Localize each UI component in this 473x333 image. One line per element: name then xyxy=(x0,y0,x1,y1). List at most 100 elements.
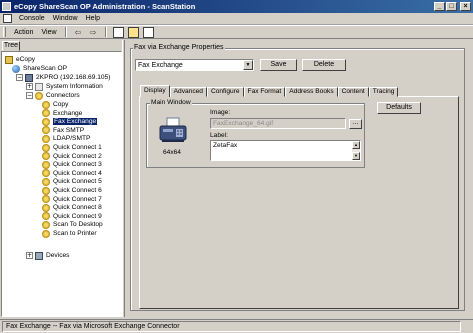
menu-console[interactable]: Console xyxy=(15,15,49,22)
defaults-button[interactable]: Defaults xyxy=(377,102,421,114)
tree-item-devices[interactable]: + Devices xyxy=(26,251,69,260)
tree-item-label: Scan to Printer xyxy=(53,230,97,237)
status-bar: Fax Exchange -- Fax via Microsoft Exchan… xyxy=(0,319,473,333)
toolbar-separator xyxy=(64,27,67,37)
action-menu[interactable]: Action xyxy=(10,29,37,36)
tree-item-label: System Information xyxy=(46,83,103,90)
tree-item-label: Quick Connect 7 xyxy=(53,195,102,203)
toolbar-separator xyxy=(104,27,107,37)
tree-view[interactable]: eCopy ShareScan OP − 2KPRO (192.168.69.1… xyxy=(1,51,122,317)
devices-icon xyxy=(35,251,43,260)
connector-icon xyxy=(42,203,50,212)
connector-icon xyxy=(42,143,50,152)
save-button[interactable]: Save xyxy=(260,59,297,71)
window-title: eCopy ShareScan OP Administration - Scan… xyxy=(14,2,196,11)
export-list-icon[interactable] xyxy=(142,26,154,38)
console-icon[interactable] xyxy=(3,14,12,23)
tree-item-label: Quick Connect 2 xyxy=(53,152,102,160)
app-icon xyxy=(2,2,11,11)
connector-icon xyxy=(42,195,50,204)
icon-size-label: 64x64 xyxy=(163,149,181,156)
tree-item-label: Quick Connect 8 xyxy=(53,204,102,212)
connector-profile-select[interactable]: Fax Exchange ▼ xyxy=(135,59,254,71)
status-text: Fax Exchange -- Fax via Microsoft Exchan… xyxy=(2,321,461,332)
tree-item-label: LDAP/SMTP xyxy=(53,135,91,143)
tree-pane: Tree eCopy ShareScan OP − 2KPRO (192.168… xyxy=(0,40,122,317)
connector-icon xyxy=(42,100,50,109)
connector-icon xyxy=(42,160,50,169)
tree-item-label: Quick Connect 9 xyxy=(53,212,102,220)
tab-advanced[interactable]: Advanced xyxy=(169,87,207,97)
tree-item-label: Quick Connect 6 xyxy=(53,187,102,194)
connector-profile-value: Fax Exchange xyxy=(138,61,183,69)
label-label: Label: xyxy=(210,132,228,139)
toolbar-grip xyxy=(3,27,6,37)
resize-grip[interactable] xyxy=(463,321,473,332)
tree-item-system-information[interactable]: + System Information xyxy=(26,82,103,91)
scroll-up-icon[interactable]: ▲ xyxy=(352,141,360,149)
menu-help[interactable]: Help xyxy=(82,15,104,22)
tree-item-label: Quick Connect 4 xyxy=(53,169,102,177)
connector-icon xyxy=(42,109,50,118)
minimize-button[interactable]: _ xyxy=(434,2,445,11)
main-window-title: Main Window xyxy=(150,99,192,106)
title-bar[interactable]: eCopy ShareScan OP Administration - Scan… xyxy=(0,0,473,13)
forward-arrow-icon[interactable]: ⇨ xyxy=(88,27,99,38)
tab-tracing[interactable]: Tracing xyxy=(368,87,399,97)
tree-item-label: Devices xyxy=(46,252,70,259)
tab-tree[interactable]: Tree xyxy=(2,41,20,51)
tree-item-connectors[interactable]: − Connectors xyxy=(26,91,80,100)
collapse-icon[interactable]: − xyxy=(16,74,23,81)
back-arrow-icon[interactable]: ⇦ xyxy=(73,27,84,38)
expand-icon[interactable]: + xyxy=(26,252,33,259)
connector-icon xyxy=(42,126,50,135)
label-text-value: ZetaFax xyxy=(213,142,238,149)
menu-window[interactable]: Window xyxy=(49,15,82,22)
menu-bar: Console Window Help xyxy=(0,13,473,25)
view-menu[interactable]: View xyxy=(37,29,60,36)
tree-item-label: Fax Exchange xyxy=(53,118,98,126)
delete-button[interactable]: Delete xyxy=(302,59,346,71)
chevron-down-icon[interactable]: ▼ xyxy=(243,60,253,70)
tree-item-connector[interactable]: Scan to Printer xyxy=(42,229,97,238)
browse-image-button[interactable]: ... xyxy=(349,119,362,129)
expand-icon[interactable]: + xyxy=(26,83,33,90)
show-tree-icon[interactable] xyxy=(127,26,139,38)
collapse-icon[interactable]: − xyxy=(26,92,33,99)
label-scrollbar[interactable]: ▲ ▼ xyxy=(352,141,360,160)
tree-item-label: 2KPRO (192.168.69.105) xyxy=(36,74,111,81)
tree-item-server[interactable]: − 2KPRO (192.168.69.105) xyxy=(16,73,110,82)
tree-item-label: Quick Connect 3 xyxy=(53,161,102,169)
connector-icon xyxy=(42,212,50,221)
tree-item-ecopy[interactable]: eCopy xyxy=(5,55,35,64)
image-path-field: FaxExchange_64.gif xyxy=(210,118,346,129)
tab-content[interactable]: Content xyxy=(337,87,369,97)
tree-item-label: Copy xyxy=(53,101,69,108)
close-button[interactable]: × xyxy=(460,2,471,11)
tree-item-label: ShareScan OP xyxy=(23,65,67,72)
system-info-icon xyxy=(35,82,43,91)
up-level-icon[interactable] xyxy=(112,26,124,38)
tab-display[interactable]: Display xyxy=(140,85,170,97)
sharescan-icon xyxy=(12,64,20,73)
tab-fax-format[interactable]: Fax Format xyxy=(243,87,286,97)
fax-machine-icon xyxy=(159,117,187,142)
connector-icon xyxy=(42,117,50,126)
image-label: Image: xyxy=(210,109,231,116)
scroll-down-icon[interactable]: ▼ xyxy=(352,152,360,160)
label-text-field[interactable]: ZetaFax ▲ ▼ xyxy=(210,140,361,161)
connector-icon xyxy=(42,177,50,186)
tab-address-books[interactable]: Address Books xyxy=(285,87,338,97)
connector-icon xyxy=(42,169,50,178)
connector-icon xyxy=(42,186,50,195)
tree-item-label: Quick Connect 5 xyxy=(53,178,102,186)
properties-pane: Fax via Exchange Properties Fax Exchange… xyxy=(125,40,473,317)
maximize-button[interactable]: □ xyxy=(446,2,457,11)
connector-icon xyxy=(42,220,50,229)
connectors-icon xyxy=(35,91,43,100)
tree-item-label: Connectors xyxy=(46,92,80,99)
property-tabs: Display Advanced Configure Fax Format Ad… xyxy=(140,85,399,97)
tree-item-sharescan[interactable]: ShareScan OP xyxy=(12,64,67,73)
connector-icon xyxy=(42,229,50,238)
tab-configure[interactable]: Configure xyxy=(206,87,244,97)
